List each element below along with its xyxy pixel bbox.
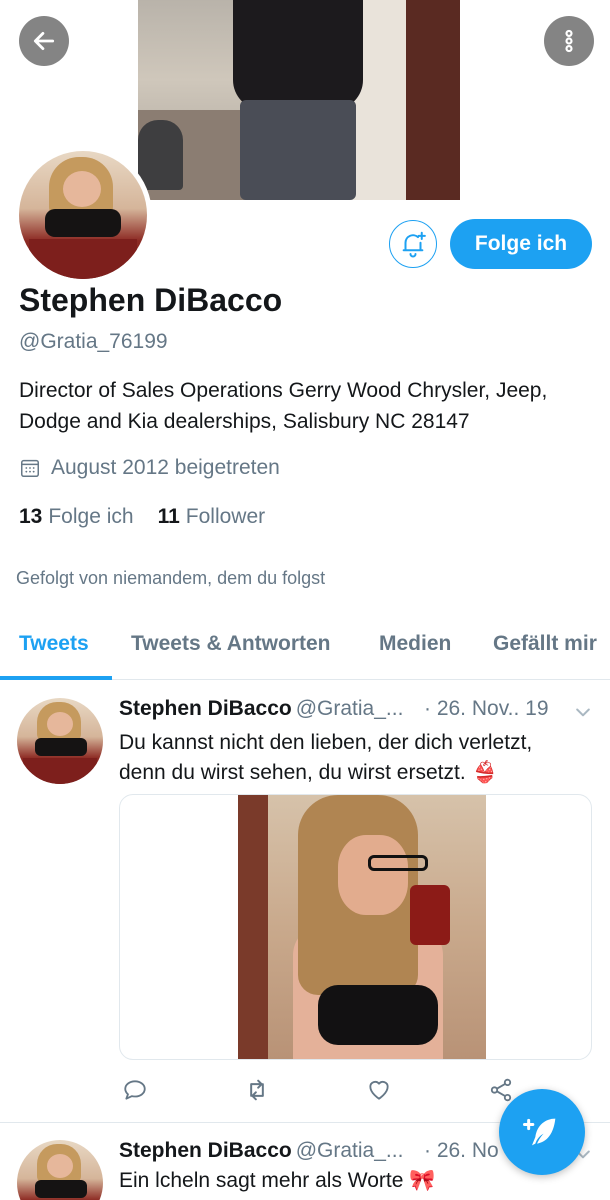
more-vertical-icon xyxy=(565,29,573,53)
profile-name: Stephen DiBacco xyxy=(19,282,283,318)
tab-tweets-replies[interactable]: Tweets & Antworten xyxy=(131,632,331,656)
following-label: Folge ich xyxy=(48,505,134,528)
share-icon xyxy=(490,1078,512,1102)
tweet-avatar[interactable] xyxy=(17,698,103,784)
following-count: 13 xyxy=(19,505,43,528)
tweet-author-handle: @Gratia_... xyxy=(295,1139,404,1162)
tab-media[interactable]: Medien xyxy=(379,632,451,656)
compose-tweet-button[interactable] xyxy=(499,1089,585,1175)
tab-tweets[interactable]: Tweets xyxy=(19,632,89,656)
followers-count: 11 xyxy=(157,505,180,528)
tweet-photo xyxy=(238,795,486,1059)
heart-icon xyxy=(369,1081,389,1100)
tweet-author-name[interactable]: Stephen DiBacco xyxy=(119,1139,292,1162)
followed-by-text: Gefolgt von niemandem, dem du folgst xyxy=(16,568,326,588)
banner-image[interactable] xyxy=(138,0,460,200)
tweet-text: Ein lcheln sagt mehr als Worte 🎀 xyxy=(119,1169,436,1192)
tweet-header: Stephen DiBacco @Gratia_... xyxy=(119,697,403,721)
profile-stats: 13 Folge ich 11 Follower xyxy=(19,505,265,529)
active-tab-indicator xyxy=(0,676,112,680)
back-button[interactable] xyxy=(19,16,69,66)
profile-avatar[interactable] xyxy=(14,146,152,284)
tweet-media[interactable] xyxy=(119,794,592,1060)
profile-tabs: Tweets Tweets & Antworten Medien Gefällt… xyxy=(0,620,610,680)
following-link[interactable]: 13 Folge ich xyxy=(19,505,134,529)
tweet-header: Stephen DiBacco @Gratia_... xyxy=(119,1139,403,1163)
tweet-avatar[interactable] xyxy=(17,1140,103,1200)
reply-button[interactable] xyxy=(120,1075,150,1105)
retweet-icon xyxy=(250,1079,264,1101)
tweet-text: Du kannst nicht den lieben, der dich ver… xyxy=(119,731,533,784)
profile-handle: @Gratia_76199 xyxy=(19,330,168,353)
like-button[interactable] xyxy=(364,1075,394,1105)
tab-likes[interactable]: Gefällt mir xyxy=(493,632,597,656)
calendar-icon xyxy=(21,459,39,477)
chevron-down-icon[interactable] xyxy=(573,702,593,722)
reply-icon xyxy=(124,1080,146,1100)
joined-text: August 2012 beigetreten xyxy=(51,456,280,479)
avatar-image xyxy=(19,151,147,279)
tweet-author-handle: @Gratia_... xyxy=(295,697,404,720)
follow-button[interactable]: Folge ich xyxy=(450,219,592,269)
retweet-button[interactable] xyxy=(242,1075,272,1105)
compose-feather-icon xyxy=(523,1118,556,1146)
more-options-button[interactable] xyxy=(544,16,594,66)
followers-label: Follower xyxy=(185,505,266,528)
followers-link[interactable]: 11 Follower xyxy=(158,505,266,529)
arrow-left-icon xyxy=(33,32,55,50)
tweet-date: · 26. No xyxy=(424,1139,499,1162)
notifications-button[interactable] xyxy=(389,220,437,268)
profile-bio: Director of Sales Operations Gerry Wood … xyxy=(19,379,548,433)
bell-plus-icon xyxy=(402,231,426,258)
tweet-date: · 26. Nov.. 19 xyxy=(424,697,549,720)
joined-date: August 2012 beigetreten xyxy=(19,456,280,480)
tweet-author-name[interactable]: Stephen DiBacco xyxy=(119,697,292,720)
